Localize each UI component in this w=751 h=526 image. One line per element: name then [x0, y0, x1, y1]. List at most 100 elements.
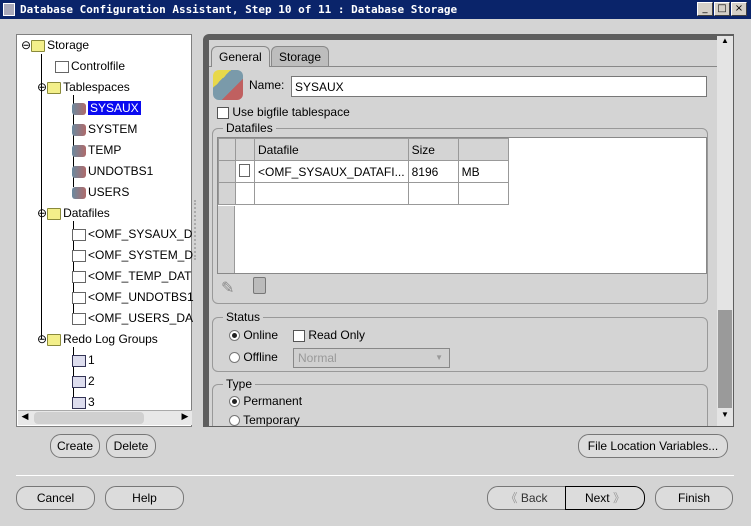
- folder-icon: [47, 81, 62, 94]
- tablespace-icon: [72, 144, 86, 157]
- checkbox[interactable]: [293, 329, 305, 342]
- temporary-radio[interactable]: Temporary: [229, 413, 300, 426]
- datafile-icon: [72, 312, 86, 325]
- chevron-down-icon: ▼: [435, 353, 443, 362]
- read-only-label: Read Only: [308, 328, 366, 342]
- column-unit[interactable]: [457, 138, 509, 161]
- temporary-label: Temporary: [243, 413, 300, 426]
- tree-label: <OMF_USERS_DA: [88, 311, 194, 325]
- edit-pencil-icon[interactable]: ✎: [221, 278, 234, 298]
- status-legend: Status: [223, 310, 264, 324]
- datafile-icon: [72, 249, 86, 262]
- read-only-checkbox[interactable]: Read Only: [293, 328, 365, 342]
- cell-unit[interactable]: MB: [457, 160, 509, 183]
- tree-item-sysaux[interactable]: SYSAUX: [72, 99, 141, 117]
- cancel-button[interactable]: Cancel: [16, 486, 95, 510]
- tree-label: Datafiles: [63, 206, 110, 220]
- minimize-button[interactable]: _: [697, 2, 713, 16]
- create-button[interactable]: Create: [50, 434, 100, 458]
- tree-item-redo-log-groups[interactable]: ⊖ Redo Log Groups: [37, 330, 158, 348]
- offline-mode-select[interactable]: Normal ▼: [293, 348, 450, 368]
- help-button[interactable]: Help: [105, 486, 184, 510]
- datafiles-group: Datafiles Datafile Size <OMF_SYSAUX_DATAF…: [212, 121, 708, 304]
- back-label: Back: [520, 491, 548, 505]
- online-radio[interactable]: Online: [229, 328, 278, 342]
- column-datafile[interactable]: Datafile: [254, 138, 409, 161]
- checkbox[interactable]: [217, 106, 229, 119]
- type-legend: Type: [223, 377, 256, 391]
- name-input[interactable]: [291, 76, 707, 97]
- next-button[interactable]: Next 》: [565, 486, 645, 510]
- tree-item-datafile[interactable]: <OMF_SYSTEM_D: [72, 246, 193, 264]
- tree-item-datafile[interactable]: <OMF_SYSAUX_D: [72, 225, 192, 243]
- file-location-variables-button[interactable]: File Location Variables...: [578, 434, 728, 458]
- maximize-button[interactable]: □: [714, 2, 730, 16]
- table-row[interactable]: <OMF_SYSAUX_DATAFI... 8196 MB: [218, 160, 509, 183]
- tree-item-system[interactable]: SYSTEM: [72, 120, 137, 138]
- tree-item-undotbs1[interactable]: UNDOTBS1: [72, 162, 153, 180]
- radio[interactable]: [229, 330, 240, 342]
- tree-label: USERS: [88, 185, 130, 199]
- tree-label: 2: [88, 374, 95, 388]
- chevron-right-icon: 》: [613, 491, 626, 505]
- trash-icon[interactable]: [253, 277, 266, 294]
- scroll-left-arrow[interactable]: ◀: [18, 411, 32, 425]
- radio[interactable]: [229, 396, 240, 408]
- tree-horizontal-scrollbar[interactable]: ◀ ▶: [18, 410, 192, 425]
- scroll-down-arrow[interactable]: ▼: [718, 410, 732, 424]
- tree-label: <OMF_SYSAUX_D: [88, 227, 193, 241]
- tree-label: Tablespaces: [63, 80, 130, 94]
- datafiles-table[interactable]: Datafile Size <OMF_SYSAUX_DATAFI... 8196 MB: [217, 137, 707, 274]
- table-row[interactable]: [218, 182, 509, 205]
- datafile-icon: [72, 291, 86, 304]
- tree-label: Redo Log Groups: [63, 332, 158, 346]
- scroll-right-arrow[interactable]: ▶: [178, 411, 192, 425]
- panel-vertical-scrollbar[interactable]: ▲ ▼: [717, 36, 733, 426]
- app-icon: [3, 3, 15, 16]
- cell-datafile[interactable]: [254, 182, 409, 205]
- splitter-handle[interactable]: [194, 200, 200, 260]
- tree-item-datafiles[interactable]: ⊖ Datafiles: [37, 204, 110, 222]
- tablespace-icon: [72, 123, 86, 136]
- radio[interactable]: [229, 415, 240, 426]
- tab-storage[interactable]: Storage: [271, 46, 330, 67]
- tree-label: 1: [88, 353, 95, 367]
- tree-item-redo-2[interactable]: 2: [72, 372, 95, 390]
- online-label: Online: [243, 328, 279, 342]
- bigfile-checkbox[interactable]: Use bigfile tablespace: [217, 105, 350, 119]
- tree-item-redo-3[interactable]: 3: [72, 393, 95, 411]
- cell-unit[interactable]: [457, 182, 509, 205]
- finish-button[interactable]: Finish: [655, 486, 733, 510]
- tree-item-temp[interactable]: TEMP: [72, 141, 121, 159]
- datafile-icon: [239, 163, 250, 177]
- controlfile-icon: [55, 60, 69, 73]
- scroll-thumb[interactable]: [718, 310, 732, 408]
- scroll-thumb[interactable]: [34, 412, 144, 424]
- tree-item-datafile[interactable]: <OMF_UNDOTBS1: [72, 288, 194, 306]
- tree-item-datafile[interactable]: <OMF_TEMP_DAT: [72, 267, 191, 285]
- delete-button[interactable]: Delete: [106, 434, 156, 458]
- tree-item-controlfile[interactable]: Controlfile: [55, 57, 125, 75]
- tree-item-storage[interactable]: ⊖ Storage: [21, 36, 89, 54]
- tab-general[interactable]: General: [211, 46, 270, 67]
- tree-item-tablespaces[interactable]: ⊖ Tablespaces: [37, 78, 130, 96]
- offline-mode-value: Normal: [298, 351, 337, 365]
- status-group: Status Online Read Only Offline Normal ▼: [212, 310, 708, 372]
- cell-size[interactable]: [407, 182, 459, 205]
- cell-size[interactable]: 8196: [407, 160, 459, 183]
- back-button[interactable]: 《 Back: [487, 486, 566, 510]
- tree-item-redo-1[interactable]: 1: [72, 351, 95, 369]
- close-button[interactable]: ×: [731, 2, 747, 16]
- permanent-radio[interactable]: Permanent: [229, 394, 302, 408]
- tree-label: <OMF_TEMP_DAT: [88, 269, 192, 283]
- radio[interactable]: [229, 352, 240, 364]
- tree-item-datafile[interactable]: <OMF_USERS_DA: [72, 309, 193, 327]
- scroll-up-arrow[interactable]: ▲: [718, 36, 732, 50]
- offline-radio[interactable]: Offline: [229, 350, 278, 364]
- redo-log-icon: [72, 354, 86, 367]
- cell-datafile[interactable]: <OMF_SYSAUX_DATAFI...: [254, 160, 409, 183]
- column-size[interactable]: Size: [407, 138, 459, 161]
- tree-item-users[interactable]: USERS: [72, 183, 129, 201]
- tablespace-icon: [213, 70, 243, 100]
- storage-tree[interactable]: ⊖ Storage Controlfile ⊖ Tablespaces SYSAUX…: [16, 34, 194, 427]
